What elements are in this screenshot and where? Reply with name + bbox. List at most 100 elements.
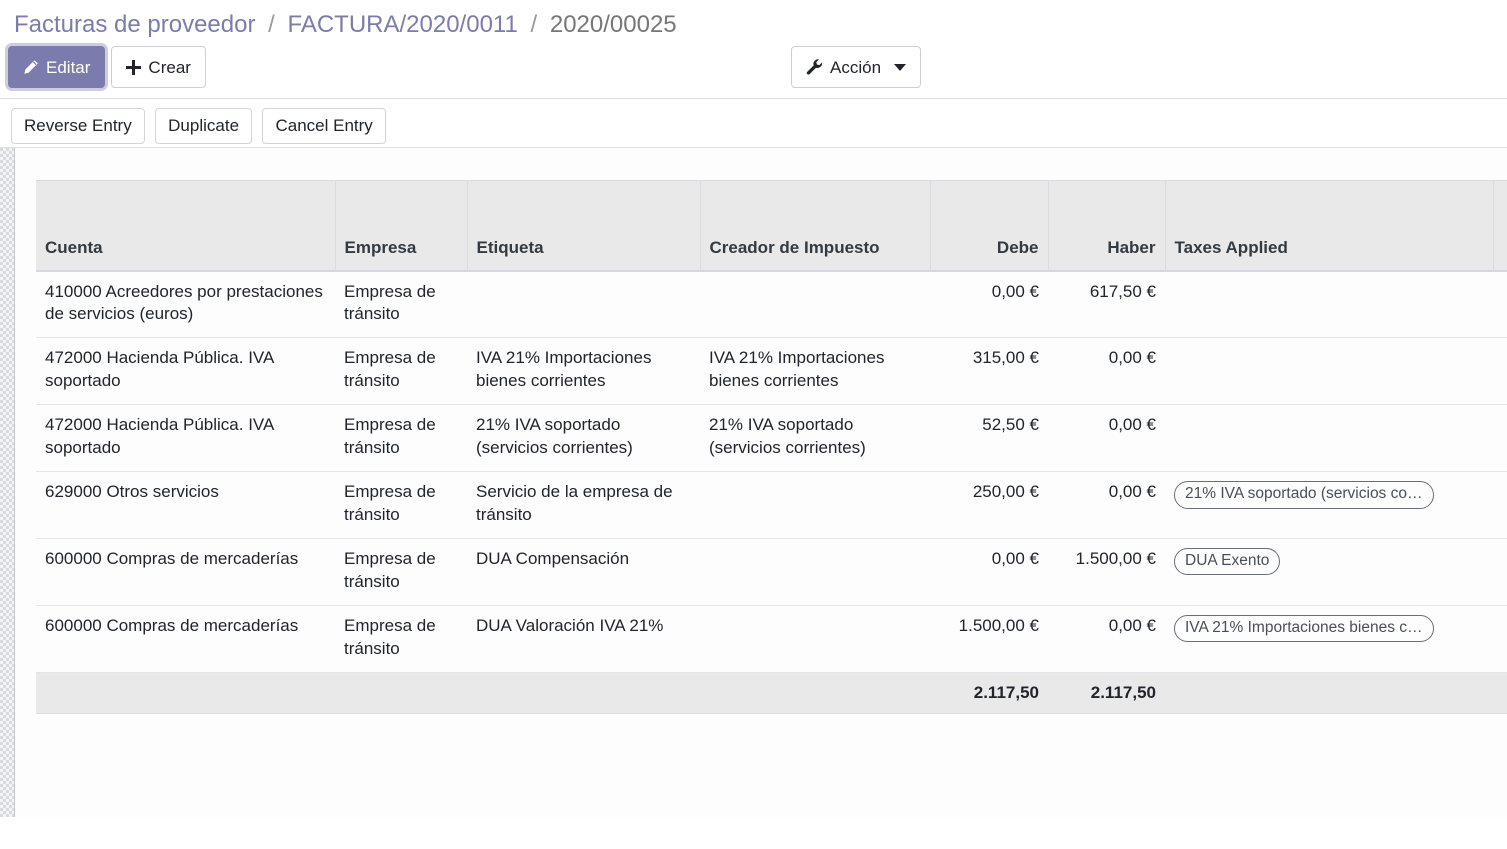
cell-etiqueta[interactable]: Servicio de la empresa de tránsito (467, 471, 700, 539)
totals-spacer (36, 672, 930, 714)
column-header-taxes-applied[interactable]: Taxes Applied (1165, 180, 1494, 272)
journal-items-body: 410000 Acreedores por prestaciones de se… (36, 270, 1507, 673)
cell-etiqueta[interactable]: IVA 21% Importaciones bienes corrientes (467, 337, 700, 406)
cancel-entry-button[interactable]: Cancel Entry (262, 108, 386, 144)
column-header-creador-impuesto[interactable]: Creador de Impuesto (700, 180, 931, 272)
cell-etiqueta[interactable]: DUA Valoración IVA 21% (467, 605, 700, 673)
column-header-cuenta[interactable]: Cuenta (36, 180, 336, 272)
cell-haber[interactable]: 0,00 € (1048, 605, 1165, 673)
cell-taxes[interactable]: 21% IVA soportado (servicios co… (1165, 471, 1493, 539)
create-button-label: Crear (148, 57, 191, 77)
cell-debe[interactable]: 315,00 € (930, 337, 1048, 406)
column-header-debe[interactable]: Debe (930, 180, 1049, 272)
cell-etiqueta[interactable]: DUA Compensación (467, 538, 700, 606)
cell-taxes[interactable]: DUA Exento (1165, 538, 1493, 606)
table-row[interactable]: 629000 Otros servicios Empresa de tránsi… (36, 471, 1507, 539)
breadcrumb: Facturas de proveedor / FACTURA/2020/001… (0, 0, 1507, 46)
cell-empresa[interactable]: Empresa de tránsito (335, 404, 467, 473)
cell-cuenta[interactable]: 472000 Hacienda Pública. IVA soportado (36, 404, 335, 473)
statusbar-actions: Reverse Entry Duplicate Cancel Entry (0, 98, 1507, 148)
sheet-resize-gutter[interactable] (0, 148, 15, 817)
tax-badge[interactable]: 21% IVA soportado (servicios co… (1174, 481, 1434, 509)
cell-debe[interactable]: 250,00 € (930, 471, 1048, 539)
cell-debe[interactable]: 0,00 € (930, 538, 1048, 606)
column-header-haber[interactable]: Haber (1048, 180, 1166, 272)
cell-cuenta[interactable]: 410000 Acreedores por prestaciones de se… (36, 270, 335, 339)
duplicate-label: Duplicate (168, 116, 240, 135)
cell-haber[interactable]: 1.500,00 € (1048, 538, 1165, 606)
cell-taxes[interactable] (1165, 270, 1493, 339)
cell-cuenta[interactable]: 600000 Compras de mercaderías (36, 538, 335, 606)
cell-taxes[interactable] (1165, 337, 1493, 406)
column-header-empresa[interactable]: Empresa (335, 180, 468, 272)
breadcrumb-separator: / (268, 11, 275, 38)
cell-creador[interactable]: IVA 21% Importaciones bienes corrientes (700, 337, 930, 406)
total-haber: 2.117,50 (1048, 672, 1165, 714)
cell-extra[interactable] (1493, 270, 1507, 339)
cell-etiqueta[interactable] (467, 270, 700, 339)
main-toolbar: Editar Crear Acción (0, 46, 1507, 98)
breadcrumb-item-1[interactable]: FACTURA/2020/0011 (287, 11, 517, 38)
total-debe: 2.117,50 (930, 672, 1048, 714)
pencil-icon (23, 59, 39, 75)
table-row[interactable]: 472000 Hacienda Pública. IVA soportado E… (36, 337, 1507, 406)
cell-creador[interactable] (700, 538, 930, 606)
table-row[interactable]: 410000 Acreedores por prestaciones de se… (36, 270, 1507, 339)
action-menu-button[interactable]: Acción (791, 46, 922, 88)
cell-taxes[interactable] (1165, 404, 1493, 473)
breadcrumb-item-current: 2020/00025 (549, 11, 677, 38)
cell-taxes[interactable]: IVA 21% Importaciones bienes c… (1165, 605, 1493, 673)
plus-icon (126, 59, 142, 75)
cell-empresa[interactable]: Empresa de tránsito (335, 471, 467, 539)
cell-empresa[interactable]: Empresa de tránsito (335, 605, 467, 673)
table-row[interactable]: 472000 Hacienda Pública. IVA soportado E… (36, 404, 1507, 473)
cell-empresa[interactable]: Empresa de tránsito (335, 270, 467, 339)
table-row[interactable]: 600000 Compras de mercaderías Empresa de… (36, 538, 1507, 606)
breadcrumb-separator: / (530, 11, 538, 38)
column-header-extra[interactable] (1493, 180, 1507, 272)
cell-creador[interactable]: 21% IVA soportado (servicios corrientes) (700, 404, 930, 473)
journal-items-scroll[interactable]: Cuenta Empresa Etiqueta Creador de Impue… (36, 180, 1507, 714)
edit-button[interactable]: Editar (8, 46, 106, 88)
cell-creador[interactable] (700, 605, 930, 673)
cell-cuenta[interactable]: 600000 Compras de mercaderías (36, 605, 335, 673)
breadcrumb-item-0[interactable]: Facturas de proveedor (14, 11, 255, 38)
cell-haber[interactable]: 0,00 € (1048, 337, 1165, 406)
totals-row: 2.117,50 2.117,50 (36, 672, 1507, 714)
cell-debe[interactable]: 1.500,00 € (930, 605, 1048, 673)
tax-badge[interactable]: IVA 21% Importaciones bienes c… (1174, 614, 1434, 643)
cell-cuenta[interactable]: 629000 Otros servicios (36, 471, 335, 539)
totals-taxes-spacer (1165, 672, 1493, 714)
cell-extra[interactable] (1493, 404, 1507, 473)
cell-creador[interactable] (700, 471, 930, 539)
wrench-icon (806, 58, 823, 76)
create-button[interactable]: Crear (111, 46, 206, 88)
cell-creador[interactable] (700, 270, 930, 339)
table-header-row: Cuenta Empresa Etiqueta Creador de Impue… (36, 180, 1507, 272)
cell-debe[interactable]: 0,00 € (930, 270, 1048, 339)
form-sheet: Cuenta Empresa Etiqueta Creador de Impue… (0, 148, 1507, 817)
cell-etiqueta[interactable]: 21% IVA soportado (servicios corrientes) (467, 404, 700, 473)
journal-items-table: Cuenta Empresa Etiqueta Creador de Impue… (36, 180, 1507, 714)
reverse-entry-label: Reverse Entry (24, 116, 132, 135)
duplicate-button[interactable]: Duplicate (155, 108, 253, 144)
cell-haber[interactable]: 0,00 € (1048, 471, 1165, 539)
cell-empresa[interactable]: Empresa de tránsito (335, 337, 467, 406)
cell-haber[interactable]: 0,00 € (1048, 404, 1165, 473)
caret-down-icon (894, 63, 907, 71)
cell-extra[interactable] (1493, 538, 1507, 606)
column-header-etiqueta[interactable]: Etiqueta (467, 180, 701, 272)
cell-haber[interactable]: 617,50 € (1048, 270, 1165, 339)
cell-debe[interactable]: 52,50 € (930, 404, 1048, 473)
reverse-entry-button[interactable]: Reverse Entry (11, 108, 145, 144)
cell-cuenta[interactable]: 472000 Hacienda Pública. IVA soportado (36, 337, 335, 406)
edit-button-label: Editar (46, 57, 91, 77)
cell-empresa[interactable]: Empresa de tránsito (335, 538, 467, 606)
action-menu-label: Acción (830, 57, 882, 77)
cell-extra[interactable] (1493, 471, 1507, 539)
table-row[interactable]: 600000 Compras de mercaderías Empresa de… (36, 605, 1507, 673)
cancel-entry-label: Cancel Entry (275, 116, 373, 135)
cell-extra[interactable] (1493, 605, 1507, 673)
tax-badge[interactable]: DUA Exento (1174, 548, 1281, 576)
cell-extra[interactable] (1493, 337, 1507, 406)
